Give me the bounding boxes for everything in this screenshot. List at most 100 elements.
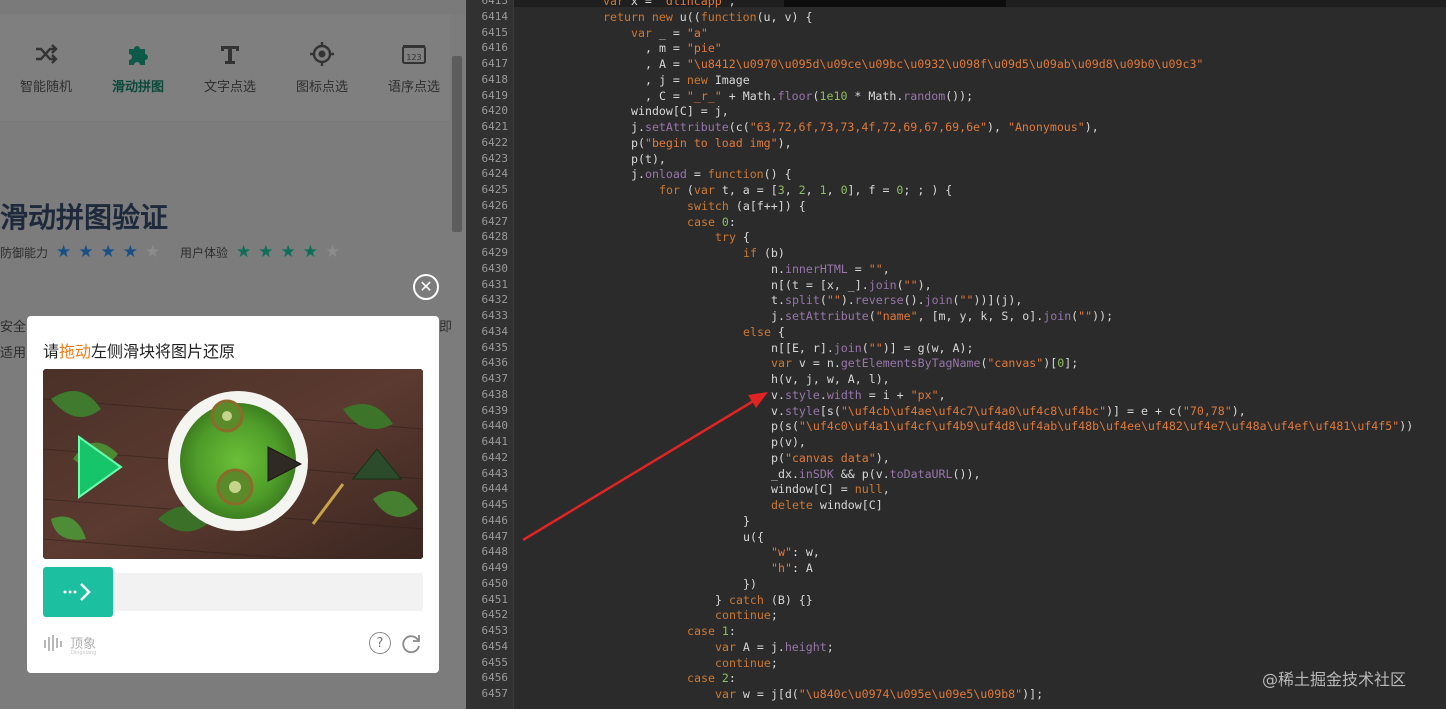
code-line: j.setAttribute("name", [m, y, k, S, o].j… (771, 309, 1114, 323)
experience-label: 用户体验 (180, 246, 229, 260)
line-number: 6419 (481, 88, 509, 102)
target-icon (276, 40, 368, 68)
side-text: 安全 (0, 320, 27, 335)
line-number: 6431 (481, 277, 509, 291)
line-number: 6456 (481, 671, 509, 685)
line-number: 6420 (481, 104, 509, 118)
code-line: case 0: (687, 214, 736, 229)
code-line: continue; (715, 608, 778, 623)
help-button[interactable]: ? (369, 632, 391, 654)
demo-page-panel: 智能随机 滑动拼图 文字点选 图标点选 123 语序点选 滑动拼图验证 防御能力… (0, 0, 466, 709)
page-title: 滑动拼图验证 (0, 201, 169, 234)
nav-item-icon-click[interactable]: 图标点选 (276, 40, 368, 95)
code-line: switch (a[f++]) { (687, 198, 806, 213)
line-number: 6441 (481, 435, 509, 448)
line-number-gutter: 6413 6414 6415 6416 6417 6418 6419 6420 6421 6422… (466, 0, 514, 709)
line-number: 6435 (481, 340, 509, 354)
code-editor[interactable]: 6413 6414 6415 6416 6417 6418 6419 6420 6421 6422… (466, 0, 1446, 709)
slider-track[interactable] (43, 567, 423, 617)
line-number: 6433 (481, 309, 509, 322)
line-number: 6426 (481, 198, 509, 212)
nav-label: 图标点选 (295, 80, 348, 95)
line-number: 6447 (481, 529, 509, 543)
refresh-icon[interactable] (400, 632, 422, 654)
star-filled-icon: ★ (280, 242, 296, 262)
line-number: 6413 (481, 0, 509, 7)
code-line: return new u((function(u, v) { (603, 9, 813, 24)
code-line: p("begin to load img"), (631, 135, 792, 150)
line-number: 6446 (481, 513, 509, 527)
captcha-instruction: 请拖动左侧滑块将图片还原 (43, 338, 235, 362)
line-number: 6414 (481, 9, 509, 23)
line-number: 6449 (481, 561, 509, 574)
code-line: , C = "_r_" + Math.floor(1e10 * Math.ran… (645, 88, 974, 103)
code-line: "w": w, (771, 545, 820, 560)
line-number: 6452 (481, 608, 509, 622)
slider-handle[interactable] (43, 567, 113, 617)
line-number: 6425 (481, 183, 509, 196)
experience-stars: ★ ★ ★ ★ ★ (236, 244, 347, 261)
code-line: for (var t, a = [3, 2, 1, 0], f = 0; ; )… (659, 183, 953, 197)
code-line: v.style.width = i + "px", (771, 387, 946, 402)
star-filled-icon: ★ (56, 242, 72, 262)
side-text: 即 (439, 320, 453, 335)
code-line: n[(t = [x, _].join(""), (771, 277, 932, 292)
code-line: try { (715, 230, 750, 245)
nav-item-text-click[interactable]: 文字点选 (184, 40, 276, 95)
star-filled-icon: ★ (122, 242, 139, 262)
arrow-right-icon (63, 583, 91, 601)
captcha-type-nav: 智能随机 滑动拼图 文字点选 图标点选 123 语序点选 (0, 14, 450, 122)
line-number: 6424 (481, 167, 509, 181)
line-number: 6415 (481, 25, 509, 39)
code-line: p("canvas data"), (771, 450, 890, 465)
star-filled-icon: ★ (236, 242, 252, 262)
brand-subtitle: Dingxiang (71, 650, 97, 656)
line-number: 6421 (481, 120, 509, 133)
code-line: delete window[C] (771, 498, 883, 512)
code-line: , A = "\u8412\u0970\u095d\u09ce\u09bc\u0… (645, 57, 1204, 71)
code-line: continue; (715, 655, 778, 670)
editor-tab[interactable] (784, 0, 1006, 7)
nav-label: 语序点选 (387, 80, 440, 95)
line-number: 6427 (481, 214, 509, 228)
code-line: , m = "pie" (645, 41, 722, 56)
code-line: var _ = "a" (631, 25, 708, 40)
code-line: case 1: (687, 624, 736, 638)
code-line: p(v), (771, 435, 806, 449)
line-number: 6444 (481, 482, 509, 496)
line-number: 6429 (481, 246, 509, 259)
code-line: var w = j[d("\u840c\u0974\u095e\u09e5\u0… (715, 687, 1044, 701)
line-number: 6423 (481, 151, 509, 165)
line-number: 6439 (481, 403, 509, 417)
line-number: 6443 (481, 466, 509, 480)
page-scrollbar[interactable] (452, 56, 462, 232)
code-line: case 2: (687, 671, 736, 686)
line-number: 6434 (481, 324, 509, 338)
code-line: v.style[s("\uf4cb\uf4ae\uf4c7\uf4a0\uf4c… (771, 403, 1246, 418)
line-number: 6422 (481, 135, 509, 149)
experience-rating: 用户体验 ★ ★ ★ ★ ★ (180, 244, 347, 261)
star-empty-icon: ★ (325, 242, 341, 262)
code-line: window[C] = null, (771, 482, 890, 497)
code-line: if (b) (743, 246, 785, 260)
brand-logo: 顶象 Dingxiang (43, 633, 96, 656)
nav-label: 文字点选 (203, 80, 256, 95)
close-button[interactable]: ✕ (413, 274, 439, 300)
line-number: 6430 (481, 261, 509, 275)
code-line: j.setAttribute(c("63,72,6f,73,73,4f,72,6… (631, 120, 1099, 134)
line-number: 6457 (481, 687, 509, 700)
code-line: var v = n.getElementsByTagName("canvas")… (771, 356, 1079, 371)
line-number: 6454 (481, 639, 509, 653)
nav-item-word-order[interactable]: 123 语序点选 (368, 40, 460, 95)
dingxiang-logo-icon (44, 634, 62, 651)
code-line: else { (743, 324, 785, 339)
line-number: 6437 (481, 372, 509, 385)
nav-item-slide-puzzle[interactable]: 滑动拼图 (92, 40, 184, 95)
nav-item-smart-random[interactable]: 智能随机 (0, 40, 92, 95)
help-icon: ? (376, 635, 384, 651)
shuffle-icon (0, 40, 92, 68)
line-number: 6432 (481, 293, 509, 307)
line-number: 6448 (481, 545, 509, 559)
text-icon (184, 40, 276, 68)
star-filled-icon: ★ (100, 242, 116, 262)
